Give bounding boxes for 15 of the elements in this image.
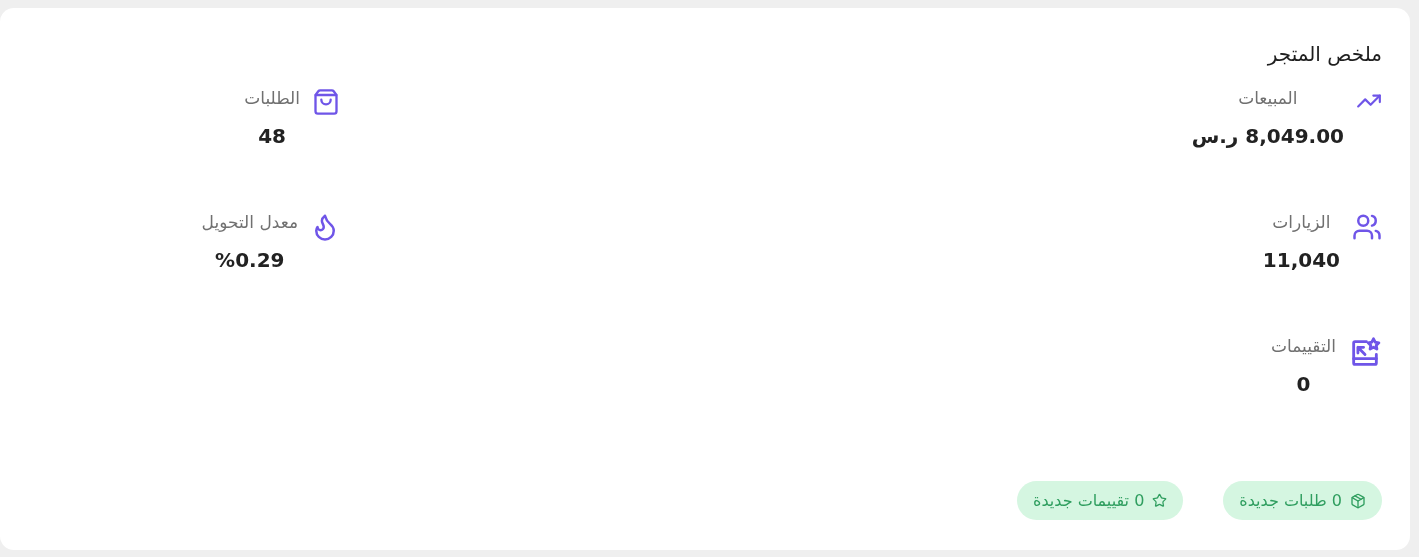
stat-label: الطلبات bbox=[244, 88, 300, 108]
stat-label: معدل التحويل bbox=[201, 212, 298, 232]
stat-label: المبيعات bbox=[1238, 88, 1298, 108]
stat-value: %0.29 bbox=[215, 248, 285, 272]
stat-label: التقييمات bbox=[1271, 336, 1336, 356]
stat-value: 8,049.00 ر.س bbox=[1191, 124, 1344, 148]
shopping-bag-icon bbox=[312, 88, 340, 116]
stat-value: 0 bbox=[1296, 372, 1311, 396]
stat-value: 11,040 bbox=[1262, 248, 1340, 272]
package-icon bbox=[1350, 492, 1366, 509]
users-icon bbox=[1352, 212, 1382, 242]
stat-label: الزيارات bbox=[1272, 212, 1331, 232]
stat-value: 48 bbox=[258, 124, 287, 148]
star-icon bbox=[1152, 493, 1168, 508]
card-title: ملخص المتجر bbox=[1267, 42, 1382, 66]
